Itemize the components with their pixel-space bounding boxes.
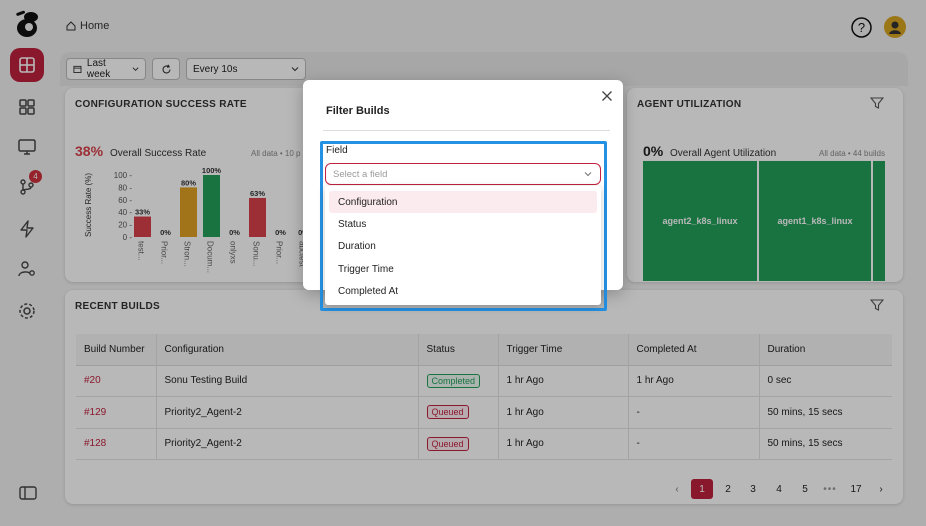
option-configuration[interactable]: Configuration (329, 191, 597, 213)
option-trigger-time[interactable]: Trigger Time (329, 258, 597, 280)
field-dropdown-menu: Configuration Status Duration Trigger Ti… (325, 186, 601, 305)
chevron-down-icon (584, 172, 592, 177)
option-duration[interactable]: Duration (329, 235, 597, 257)
close-icon[interactable] (601, 90, 613, 102)
modal-divider (323, 130, 610, 131)
field-select[interactable]: Select a field (325, 163, 601, 185)
modal-title: Filter Builds (326, 105, 390, 117)
field-label: Field (326, 145, 348, 156)
select-placeholder: Select a field (333, 168, 388, 180)
option-status[interactable]: Status (329, 213, 597, 235)
option-completed-at[interactable]: Completed At (329, 280, 597, 302)
